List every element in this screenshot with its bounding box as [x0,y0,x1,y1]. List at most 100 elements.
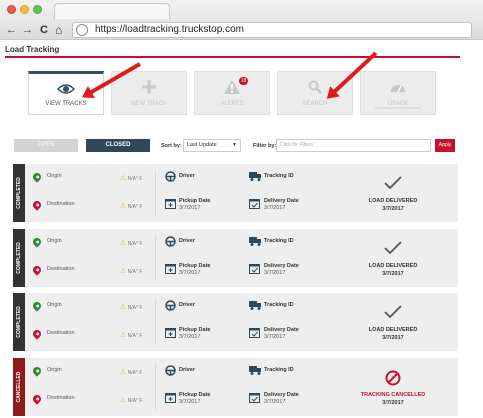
checkmark-icon [378,176,408,195]
sort-value: Last Update [187,142,217,148]
outcome-label: TRACKING CANCELLED [360,392,426,398]
calendar-plus-icon [165,392,176,405]
tab-label: ALERTS [220,101,244,107]
close-window-button[interactable] [7,5,16,14]
sort-select[interactable]: Last Update ▼ [183,139,241,152]
page-title: Load Tracking [5,45,60,54]
load-card[interactable]: COMPLETED Origin ⚠ N/A° F Destination ⚠ … [13,229,458,287]
destination-temp: ⚠ N/A° F [120,203,143,210]
card-divider [155,170,156,216]
load-card[interactable]: COMPLETED Origin ⚠ N/A° F Destination ⚠ … [13,164,458,222]
load-card[interactable]: CANCELLED Origin ⚠ N/A° F Destination ⚠ … [13,358,458,416]
origin-pin-icon [31,236,43,248]
maximize-window-button[interactable] [33,5,42,14]
reload-icon[interactable]: C [40,23,48,37]
status-strip: COMPLETED [13,229,25,287]
driver-label: Driver [179,173,195,179]
truck-icon [249,300,262,312]
address-bar[interactable]: https://loadtracking.truckstop.com [72,22,472,38]
calendar-check-icon [249,392,260,405]
pickup-date-label: Pickup Date [179,198,211,204]
destination-label: Destination [47,201,75,207]
delivery-date-value: 3/7/2017 [264,399,286,405]
destination-temp: ⚠ N/A° F [120,268,143,275]
origin-label: Origin [47,173,62,179]
load-card[interactable]: COMPLETED Origin ⚠ N/A° F Destination ⚠ … [13,293,458,351]
gauge-icon [361,80,435,97]
steering-wheel-icon [165,171,176,184]
tab-alerts[interactable]: 18 ALERTS [194,71,270,115]
destination-label: Destination [47,330,75,336]
delivery-date-value: 3/7/2017 [264,270,286,276]
status-label: COMPLETED [16,242,22,274]
header-divider [5,56,460,58]
outcome-date: 3/7/2017 [382,335,404,341]
delivery-date-value: 3/7/2017 [264,205,286,211]
warning-icon: ⚠ [120,397,127,404]
steering-wheel-icon [165,365,176,378]
origin-label: Origin [47,238,62,244]
calendar-plus-icon [165,327,176,340]
delivery-date-value: 3/7/2017 [264,334,286,340]
alerts-count-badge: 18 [239,77,248,85]
home-icon[interactable]: ⌂ [55,23,62,37]
tracking-id-label: Tracking ID [264,367,294,373]
calendar-check-icon [249,263,260,276]
checkmark-icon [378,305,408,324]
origin-label: Origin [47,367,62,373]
destination-label: Destination [47,266,75,272]
url-text: https://loadtracking.truckstop.com [95,24,244,35]
destination-temp: ⚠ N/A° F [120,397,143,404]
destination-pin-icon [31,199,43,211]
outcome-label: LOAD DELIVERED [368,327,418,333]
back-arrow-icon[interactable]: ← [6,23,17,37]
calendar-check-icon [249,198,260,211]
card-divider [155,299,156,345]
warning-icon: ⚠ [120,332,127,339]
truck-icon [249,171,262,183]
tab-label: SEARCH [302,101,328,107]
delivery-date-label: Delivery Date [264,198,299,204]
delivery-date-label: Delivery Date [264,263,299,269]
tab-label: NEW TRACK [131,101,167,107]
driver-label: Driver [179,367,195,373]
open-filter-button[interactable]: OPEN [14,139,78,152]
status-strip: CANCELLED [13,358,25,416]
pickup-date-value: 3/7/2017 [179,399,201,405]
origin-pin-icon [31,171,43,183]
browser-tab[interactable] [54,3,170,19]
pickup-date-label: Pickup Date [179,327,211,333]
outcome-date: 3/7/2017 [382,271,404,277]
card-divider [155,364,156,410]
tab-label: VIEW TRACKS [45,101,87,107]
destination-temp: ⚠ N/A° F [120,332,143,339]
steering-wheel-icon [165,300,176,313]
calendar-plus-icon [165,198,176,211]
calendar-plus-icon [165,263,176,276]
pickup-date-value: 3/7/2017 [179,334,201,340]
tab-search[interactable]: SEARCH [277,71,353,115]
tab-new-track[interactable]: NEW TRACK [111,71,187,115]
sort-label: Sort by: [161,143,182,149]
outcome-label: LOAD DELIVERED [368,198,418,204]
tab-usage[interactable]: USAGE [360,71,436,115]
chevron-down-icon: ▼ [232,142,237,148]
tracking-id-label: Tracking ID [264,302,294,308]
delivery-date-label: Delivery Date [264,327,299,333]
filter-input[interactable]: Click for Filters [276,139,431,152]
minimize-window-button[interactable] [20,5,29,14]
warning-icon: ⚠ [120,203,127,210]
filter-label: Filter by: [253,143,277,149]
checkmark-icon [378,241,408,260]
warning-icon: ⚠ [120,304,127,311]
browser-chrome: ← → C ⌂ https://loadtracking.truckstop.c… [0,0,483,40]
warning-icon: ⚠ [120,175,127,182]
destination-pin-icon [31,328,43,340]
status-strip: COMPLETED [13,293,25,351]
cancelled-icon [378,370,408,391]
origin-pin-icon [31,365,43,377]
site-info-icon[interactable] [76,24,88,36]
closed-filter-button[interactable]: CLOSED [86,139,150,152]
forward-arrow-icon[interactable]: → [22,23,33,37]
apply-button[interactable]: Apply [435,139,455,152]
